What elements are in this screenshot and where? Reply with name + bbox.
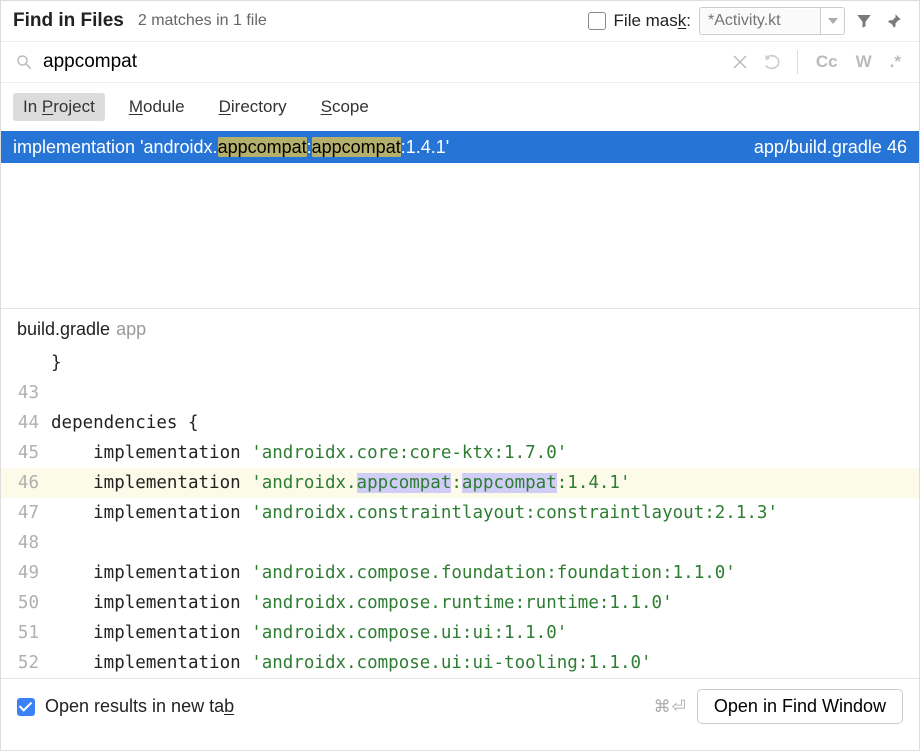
dialog-title: Find in Files: [13, 10, 124, 32]
search-input[interactable]: [43, 51, 719, 73]
match-case-toggle[interactable]: Cc: [812, 50, 842, 74]
words-toggle[interactable]: W: [852, 50, 876, 74]
scope-tab[interactable]: In Project: [13, 93, 105, 121]
open-new-tab-checkbox[interactable]: [17, 698, 35, 716]
preview-filename: build.gradle: [17, 319, 110, 339]
clear-icon[interactable]: [729, 51, 751, 73]
header-bar: Find in Files 2 matches in 1 file File m…: [1, 1, 919, 42]
search-row: Cc W .*: [1, 42, 919, 83]
file-mask-label: File mask:: [614, 11, 691, 31]
editor-line: 48: [1, 528, 919, 558]
file-mask-input[interactable]: [700, 9, 820, 33]
editor-line: 46 implementation 'androidx.appcompat:ap…: [1, 468, 919, 498]
pin-icon[interactable]: [883, 10, 905, 32]
file-mask-dropdown-icon[interactable]: [820, 8, 844, 34]
history-icon[interactable]: [761, 51, 783, 73]
scope-tabs: In Project Module Directory Scope: [1, 83, 919, 131]
scope-tab[interactable]: Module: [119, 93, 195, 121]
editor-preview[interactable]: }4344dependencies {45 implementation 'an…: [1, 348, 919, 678]
regex-toggle[interactable]: .*: [886, 50, 905, 74]
result-path: app/build.gradle 46: [754, 137, 907, 158]
editor-line: 52 implementation 'androidx.compose.ui:u…: [1, 648, 919, 678]
editor-line: 50 implementation 'androidx.compose.runt…: [1, 588, 919, 618]
footer-bar: Open results in new tab ⌘⏎ Open in Find …: [1, 678, 919, 734]
match-count: 2 matches in 1 file: [138, 12, 267, 30]
search-icon: [15, 53, 33, 71]
open-in-find-window-button[interactable]: Open in Find Window: [697, 689, 903, 724]
open-new-tab-label: Open results in new tab: [45, 696, 234, 717]
preview-header: build.gradle app: [1, 309, 919, 348]
scope-tab[interactable]: Scope: [311, 93, 379, 121]
editor-line: 44dependencies {: [1, 408, 919, 438]
results-empty-area: [1, 163, 919, 309]
keyboard-shortcut: ⌘⏎: [654, 697, 687, 717]
preview-module: app: [116, 319, 146, 339]
search-result-row[interactable]: implementation 'androidx.appcompat:appco…: [1, 131, 919, 163]
filter-icon[interactable]: [853, 10, 875, 32]
file-mask-field[interactable]: [699, 7, 845, 35]
editor-line: 47 implementation 'androidx.constraintla…: [1, 498, 919, 528]
file-mask-checkbox[interactable]: [588, 12, 606, 30]
editor-line: 51 implementation 'androidx.compose.ui:u…: [1, 618, 919, 648]
editor-line: }: [1, 348, 919, 378]
editor-line: 49 implementation 'androidx.compose.foun…: [1, 558, 919, 588]
editor-line: 45 implementation 'androidx.core:core-kt…: [1, 438, 919, 468]
scope-tab[interactable]: Directory: [209, 93, 297, 121]
editor-line: 43: [1, 378, 919, 408]
result-text: implementation 'androidx.appcompat:appco…: [13, 137, 449, 158]
